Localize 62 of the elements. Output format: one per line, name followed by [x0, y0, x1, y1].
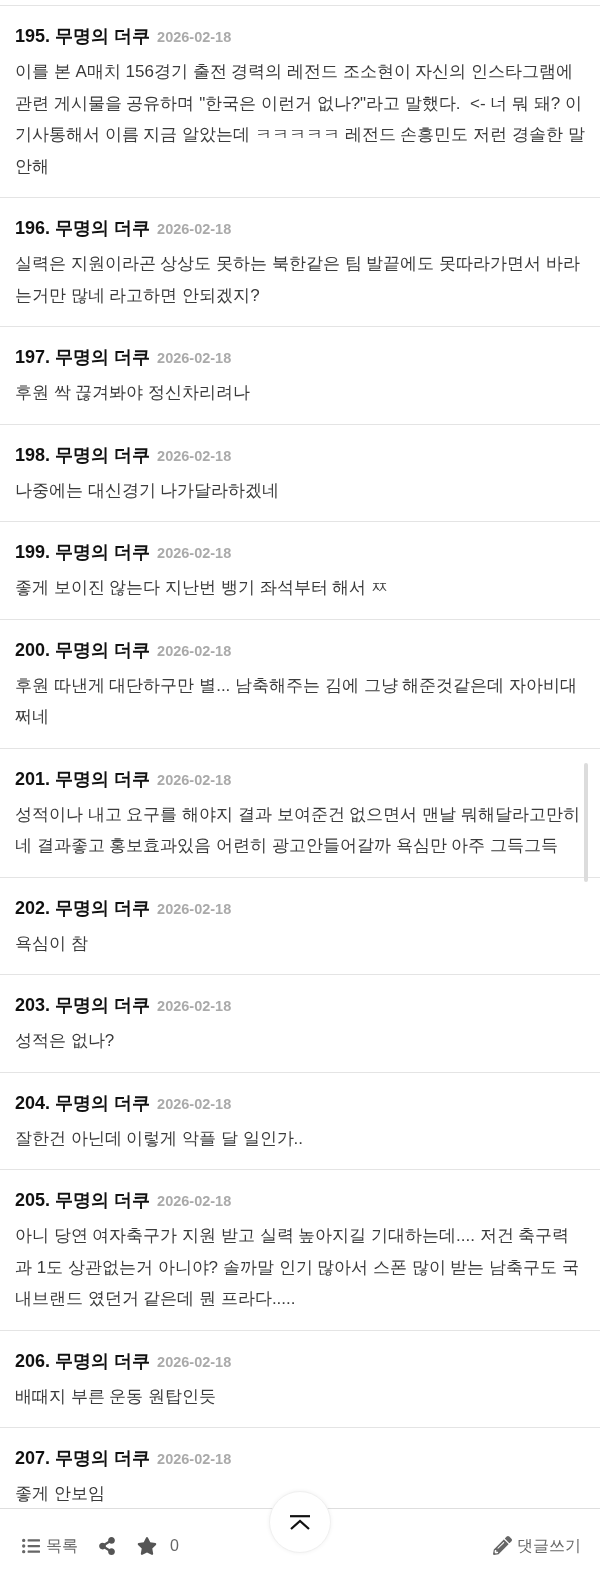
- comment-date: 2026-02-18: [157, 1192, 232, 1211]
- comment-text: 후원 따낸게 대단하구만 별... 남축해주는 김에 그냥 해준것같은데 자아비대쩌네: [15, 674, 578, 728]
- comment-date: 2026-02-18: [157, 997, 232, 1016]
- pencil-icon: [493, 1536, 512, 1555]
- share-icon: [98, 1536, 116, 1555]
- star-icon: [137, 1535, 157, 1556]
- author-name: 무명의 더쿠: [55, 443, 151, 467]
- comment-number: 200.: [15, 638, 51, 662]
- comment-date: 2026-02-18: [157, 1094, 232, 1114]
- comment-date: 2026-02-18: [157, 28, 232, 47]
- author-name: 무명의 더쿠: [55, 1091, 151, 1115]
- comment-date: 2026-02-18: [157, 220, 232, 239]
- comment-number: 202.: [15, 896, 51, 920]
- comment-text: 욕심이 참: [15, 932, 89, 955]
- author-name: 무명의 더쿠: [55, 994, 151, 1017]
- author-name: 무명의 더쿠: [55, 1447, 151, 1470]
- comment-number: 204.: [15, 1091, 51, 1115]
- comment-date: 2026-02-18: [157, 1352, 232, 1372]
- write-comment-button[interactable]: 댓글쓰기: [493, 1533, 581, 1558]
- list-icon: [22, 1536, 40, 1555]
- comment-text: 성적은 없나?: [15, 1030, 116, 1052]
- author-name: 무명의 더쿠: [55, 541, 151, 564]
- comment-number: 201.: [15, 767, 51, 791]
- comment-number: 195.: [15, 25, 51, 48]
- author-name: 무명의 더쿠: [55, 217, 151, 240]
- comment-number: 199.: [15, 541, 51, 564]
- author-name: 무명의 더쿠: [55, 1189, 151, 1212]
- comment-text: 잘한건 아닌데 이렇게 악플 달 일인가..: [15, 1127, 305, 1150]
- author-name: 무명의 더쿠: [55, 767, 151, 791]
- comment-text: 후원 싹 끊겨봐야 정신차리려나: [15, 382, 252, 404]
- comment-text: 나중에는 대신경기 나가달라하겠네: [15, 479, 281, 502]
- comment-date: 2026-02-18: [157, 446, 232, 466]
- comment-date: 2026-02-18: [157, 899, 232, 919]
- comment-date: 2026-02-18: [157, 1450, 232, 1469]
- comment-date: 2026-02-18: [157, 544, 232, 563]
- comment-text: 좋게 안보임: [15, 1483, 106, 1505]
- star-count: 0: [170, 1535, 179, 1556]
- comment-date: 2026-02-18: [157, 641, 232, 661]
- comment-text: 실력은 지원이라곤 상상도 못하는 북한같은 팀 발끝에도 못따라가면서 바라는거만 많네 라고하면 안되겠지?: [15, 253, 581, 307]
- share-button[interactable]: [98, 1536, 116, 1555]
- list-button[interactable]: 목록: [22, 1533, 78, 1558]
- comment-text: 좋게 보이진 않는다 지난번 뱅기 좌석부터 해서 ㅉ: [15, 577, 390, 599]
- author-name: 무명의 더쿠: [55, 1349, 151, 1373]
- comment-number: 205.: [15, 1189, 51, 1212]
- author-name: 무명의 더쿠: [55, 638, 151, 662]
- comment-number: 203.: [15, 994, 51, 1017]
- comment-date: 2026-02-18: [157, 349, 232, 368]
- chevron-bar-up-icon: [289, 1514, 311, 1530]
- author-name: 무명의 더쿠: [55, 896, 151, 920]
- star-button[interactable]: [137, 1535, 157, 1556]
- comment-number: 196.: [15, 217, 51, 240]
- author-name: 무명의 더쿠: [55, 346, 151, 369]
- comment-text: 배때지 부른 운동 원탑인듯: [15, 1385, 218, 1408]
- comment-number: 197.: [15, 346, 51, 369]
- comment-number: 206.: [15, 1349, 51, 1373]
- author-name: 무명의 더쿠: [55, 25, 151, 48]
- comment-date: 2026-02-18: [157, 770, 232, 790]
- comment-text: 이를 본 A매치 156경기 출전 경력의 레전드 조소현이 자신의 인스타그램에 관련 게시물을 공유하며 "한국은 이런거 없나?"라고 말했다. <- 너 뭐 돼? 이 기사통해서 이름 지금 알았는데 ㅋㅋㅋㅋㅋ 레전드 손흥민도 저런 경솔한 말 안해: [15, 61, 585, 178]
- comment-text: 아니 당연 여자축구가 지원 받고 실력 높아지길 기대하는데.... 저건 축구력과 1도 상관없는거 아니야? 솔까말 인기 많아서 스폰 많이 받는 남축구도 국내브랜드 였던거 같은데 뭔 프라다.....: [15, 1225, 580, 1310]
- comment-number: 198.: [15, 443, 51, 467]
- comment-number: 207.: [15, 1447, 51, 1470]
- comment-text: 성적이나 내고 요구를 해야지 결과 보여준건 없으면서 맨날 뭐해달라고만히네 결과좋고 홍보효과있음 어련히 광고안들어갈까 욕심만 아주 그득그득: [15, 803, 581, 857]
